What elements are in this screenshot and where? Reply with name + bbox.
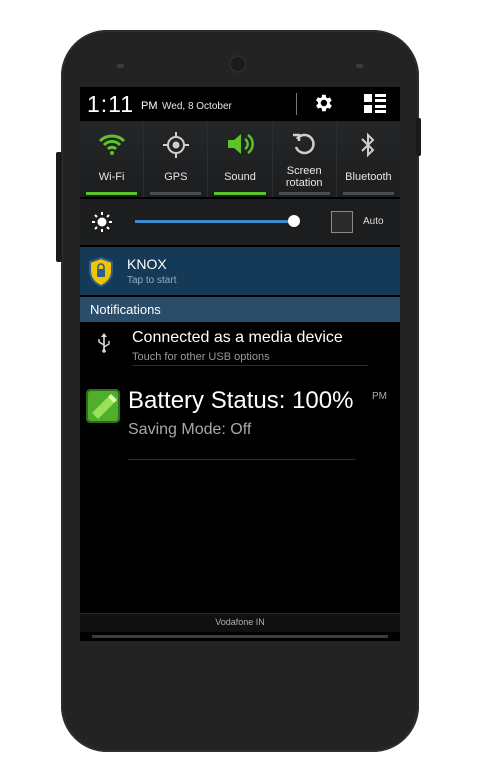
knox-subtitle: Tap to start xyxy=(127,275,177,286)
usb-notification[interactable]: Connected as a media device Touch for ot… xyxy=(80,323,400,363)
brightness-slider-handle[interactable] xyxy=(288,215,300,227)
battery-status-title[interactable]: Battery Status: 100% xyxy=(128,387,353,415)
toggle-gps-label: GPS xyxy=(164,171,188,183)
auto-brightness-checkbox[interactable] xyxy=(331,211,353,233)
brightness-slider-track[interactable] xyxy=(135,220,295,223)
wifi-icon xyxy=(98,134,125,155)
clock-ampm: PM xyxy=(141,100,158,112)
toggle-wifi[interactable]: Wi-Fi xyxy=(80,121,145,197)
brightness-row: Auto xyxy=(80,199,400,245)
bluetooth-icon xyxy=(361,132,375,158)
toggle-sound-label: Sound xyxy=(224,171,256,183)
quick-settings-grid-icon[interactable] xyxy=(363,93,387,115)
brightness-icon xyxy=(92,212,112,232)
knox-title: KNOX xyxy=(127,256,167,272)
knox-notification[interactable]: KNOX Tap to start xyxy=(80,247,400,295)
toggle-wifi-indicator xyxy=(86,192,138,195)
gps-icon xyxy=(162,132,189,158)
usb-title: Connected as a media device xyxy=(132,329,343,346)
volume-button xyxy=(56,152,62,262)
front-camera xyxy=(229,55,247,73)
toggle-rotation-indicator xyxy=(278,192,330,195)
battery-saving-mode: Saving Mode: Off xyxy=(128,421,252,438)
toggle-gps[interactable]: GPS xyxy=(144,121,209,197)
battery-notification-time: PM xyxy=(372,391,387,402)
sound-icon xyxy=(228,133,254,155)
clock-time: 1:11 xyxy=(87,91,135,117)
notification-divider xyxy=(132,365,368,366)
knox-shield-icon xyxy=(89,257,113,287)
usb-icon xyxy=(98,333,110,353)
toggle-wifi-label: Wi-Fi xyxy=(98,171,125,183)
toggle-rotation-label: Screen rotation xyxy=(273,165,336,189)
notification-divider xyxy=(128,459,356,460)
sensor-right xyxy=(356,64,363,68)
notifications-header: Notifications xyxy=(80,297,400,322)
power-button xyxy=(416,118,421,156)
status-date: Wed, 8 October xyxy=(162,101,232,112)
toggle-sound-indicator xyxy=(214,192,266,195)
notifications-title: Notifications xyxy=(90,302,161,317)
shade-drag-handle[interactable] xyxy=(92,635,388,638)
status-divider xyxy=(296,93,297,115)
toggle-rotation-line2: rotation xyxy=(285,177,323,189)
toggle-bluetooth[interactable]: Bluetooth xyxy=(336,121,400,197)
toggle-bluetooth-indicator xyxy=(342,192,395,195)
toggle-sound[interactable]: Sound xyxy=(208,121,273,197)
carrier-name: Vodafone IN xyxy=(215,617,265,627)
carrier-bar: Vodafone IN xyxy=(80,613,400,632)
auto-brightness-label: Auto xyxy=(363,216,384,227)
toggle-gps-indicator xyxy=(150,192,202,195)
phone-screen: 1:11 PM Wed, 8 October Wi-Fi GPS Sound S… xyxy=(80,87,400,641)
toggle-rotation-line1: Screen xyxy=(286,165,322,177)
quick-toggles: Wi-Fi GPS Sound Screen rotation Bluetoot… xyxy=(80,121,400,197)
toggle-bluetooth-label: Bluetooth xyxy=(345,171,392,183)
usb-subtitle: Touch for other USB options xyxy=(132,351,270,363)
rotation-icon xyxy=(293,133,315,155)
gear-icon[interactable] xyxy=(312,92,334,114)
toggle-screen-rotation[interactable]: Screen rotation xyxy=(272,121,337,197)
sensor-left xyxy=(117,64,124,68)
battery-app-icon[interactable] xyxy=(86,389,120,423)
status-bar: 1:11 PM Wed, 8 October xyxy=(80,87,400,120)
